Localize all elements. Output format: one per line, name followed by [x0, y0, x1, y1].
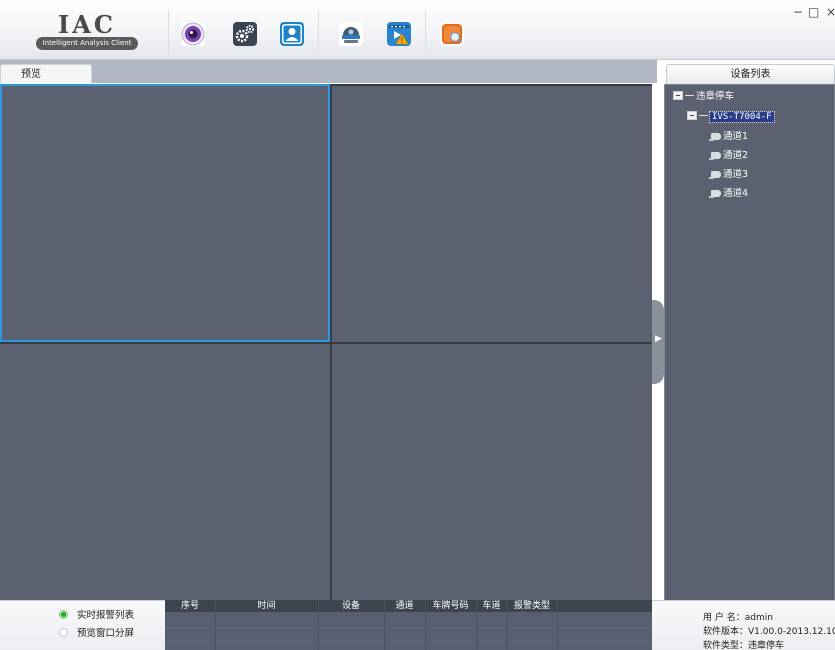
col-lane[interactable]: 车道	[476, 600, 507, 612]
radio-unselected-icon[interactable]	[59, 628, 68, 637]
tree-channel[interactable]: 通道3	[709, 168, 749, 182]
tree-connector	[699, 115, 708, 116]
column-divider	[318, 600, 319, 650]
device-list-panel: 违章停车 IVS-T7004-F 通道1 通道2 通道3 通道4	[664, 84, 835, 602]
info-type-value: 违章停车	[748, 641, 785, 650]
realtime-alarm-option[interactable]: 实时报警列表	[59, 609, 134, 623]
collapse-icon[interactable]	[673, 91, 683, 100]
toolbar-separator	[425, 10, 426, 52]
column-divider	[557, 600, 558, 650]
col-index[interactable]: 序号	[165, 600, 215, 612]
video-alarm-icon	[389, 25, 409, 45]
alarm-table-header: 序号 时间 设备 通道 车牌号码 车道 报警类型	[165, 600, 652, 612]
tree-channel[interactable]: 通道1	[709, 130, 749, 144]
camera-icon	[709, 171, 721, 179]
tree-root[interactable]: 违章停车	[673, 90, 734, 104]
column-divider	[215, 600, 216, 650]
col-channel[interactable]: 通道	[384, 600, 425, 612]
column-divider	[384, 600, 385, 650]
column-divider	[476, 600, 477, 650]
preview-tab-bar	[0, 60, 657, 83]
panel-collapse-handle[interactable]: ▶	[652, 300, 664, 384]
video-window-2[interactable]	[332, 86, 652, 342]
option-label: 实时报警列表	[77, 610, 135, 621]
tree-channel[interactable]: 通道2	[709, 149, 749, 163]
split-screen-option[interactable]: 预览窗口分屏	[59, 627, 134, 641]
option-label: 预览窗口分屏	[77, 628, 135, 639]
tree-device-label: IVS-T7004-F	[709, 111, 775, 123]
alarm-list-table: 序号 时间 设备 通道 车牌号码 车道 报警类型	[165, 600, 652, 650]
device-list-header: 设备列表	[666, 64, 835, 84]
camera-icon	[709, 190, 721, 198]
chevron-right-icon: ▶	[655, 334, 662, 344]
toolbar-separator	[168, 10, 169, 52]
tree-channel-label: 通道4	[723, 188, 749, 199]
info-user-label: 用 户 名：	[703, 613, 745, 623]
column-divider	[507, 600, 508, 650]
info-user-value: admin	[744, 613, 773, 623]
system-settings-icon	[235, 24, 255, 43]
video-window-1[interactable]	[0, 84, 330, 342]
info-type-label: 软件类型：	[703, 641, 749, 650]
alarm-query-icon	[442, 24, 462, 44]
tree-root-label: 违章停车	[696, 91, 735, 102]
maximize-button[interactable]: □	[808, 6, 819, 18]
tree-channel-label: 通道3	[723, 169, 749, 180]
tree-channel-label: 通道1	[723, 131, 749, 142]
tree-device[interactable]: IVS-T7004-F	[687, 110, 775, 124]
info-version: 软件版本：V1.00.0-2013.12.10	[703, 627, 835, 638]
col-plate[interactable]: 车牌号码	[425, 600, 476, 612]
camera-preview-button[interactable]	[181, 22, 205, 46]
col-device[interactable]: 设备	[318, 600, 384, 612]
camera-preview-icon	[181, 22, 205, 46]
toolbar-separator	[318, 10, 319, 52]
video-preview-grid	[0, 84, 652, 600]
alarm-query-button[interactable]	[440, 22, 464, 46]
close-button[interactable]: ×	[826, 6, 835, 18]
tree-channel[interactable]: 通道4	[709, 187, 749, 201]
video-window-3[interactable]	[0, 344, 330, 600]
device-management-button[interactable]	[339, 22, 363, 46]
logo-title: IAC	[58, 10, 116, 39]
minimize-button[interactable]: −	[793, 6, 803, 18]
info-user: 用 户 名：admin	[703, 613, 773, 624]
tree-connector	[685, 95, 694, 96]
video-window-4[interactable]	[332, 344, 652, 600]
col-time[interactable]: 时间	[215, 600, 318, 612]
app-logo: IAC Intelligent Analysis Client	[34, 12, 140, 52]
column-divider	[425, 600, 426, 650]
info-type: 软件类型：违章停车	[703, 641, 784, 650]
user-management-button[interactable]	[280, 22, 304, 46]
camera-icon	[709, 133, 721, 141]
table-row-divider	[165, 641, 652, 642]
user-management-icon	[282, 24, 302, 44]
col-alarm-type[interactable]: 报警类型	[507, 600, 557, 612]
video-alarm-button[interactable]	[387, 22, 411, 46]
camera-icon	[709, 152, 721, 160]
top-toolbar: IAC Intelligent Analysis Client − □ ×	[0, 0, 835, 60]
collapse-icon[interactable]	[687, 111, 697, 120]
tab-preview[interactable]: 预览	[0, 64, 92, 84]
info-version-label: 软件版本：	[703, 627, 749, 637]
tree-channel-label: 通道2	[723, 150, 749, 161]
info-version-value: V1.00.0-2013.12.10	[748, 627, 835, 637]
table-row-divider	[165, 627, 652, 628]
logo-subtitle: Intelligent Analysis Client	[36, 37, 138, 50]
device-management-icon	[342, 27, 360, 43]
radio-selected-icon[interactable]	[59, 610, 68, 619]
system-settings-button[interactable]	[233, 22, 257, 46]
